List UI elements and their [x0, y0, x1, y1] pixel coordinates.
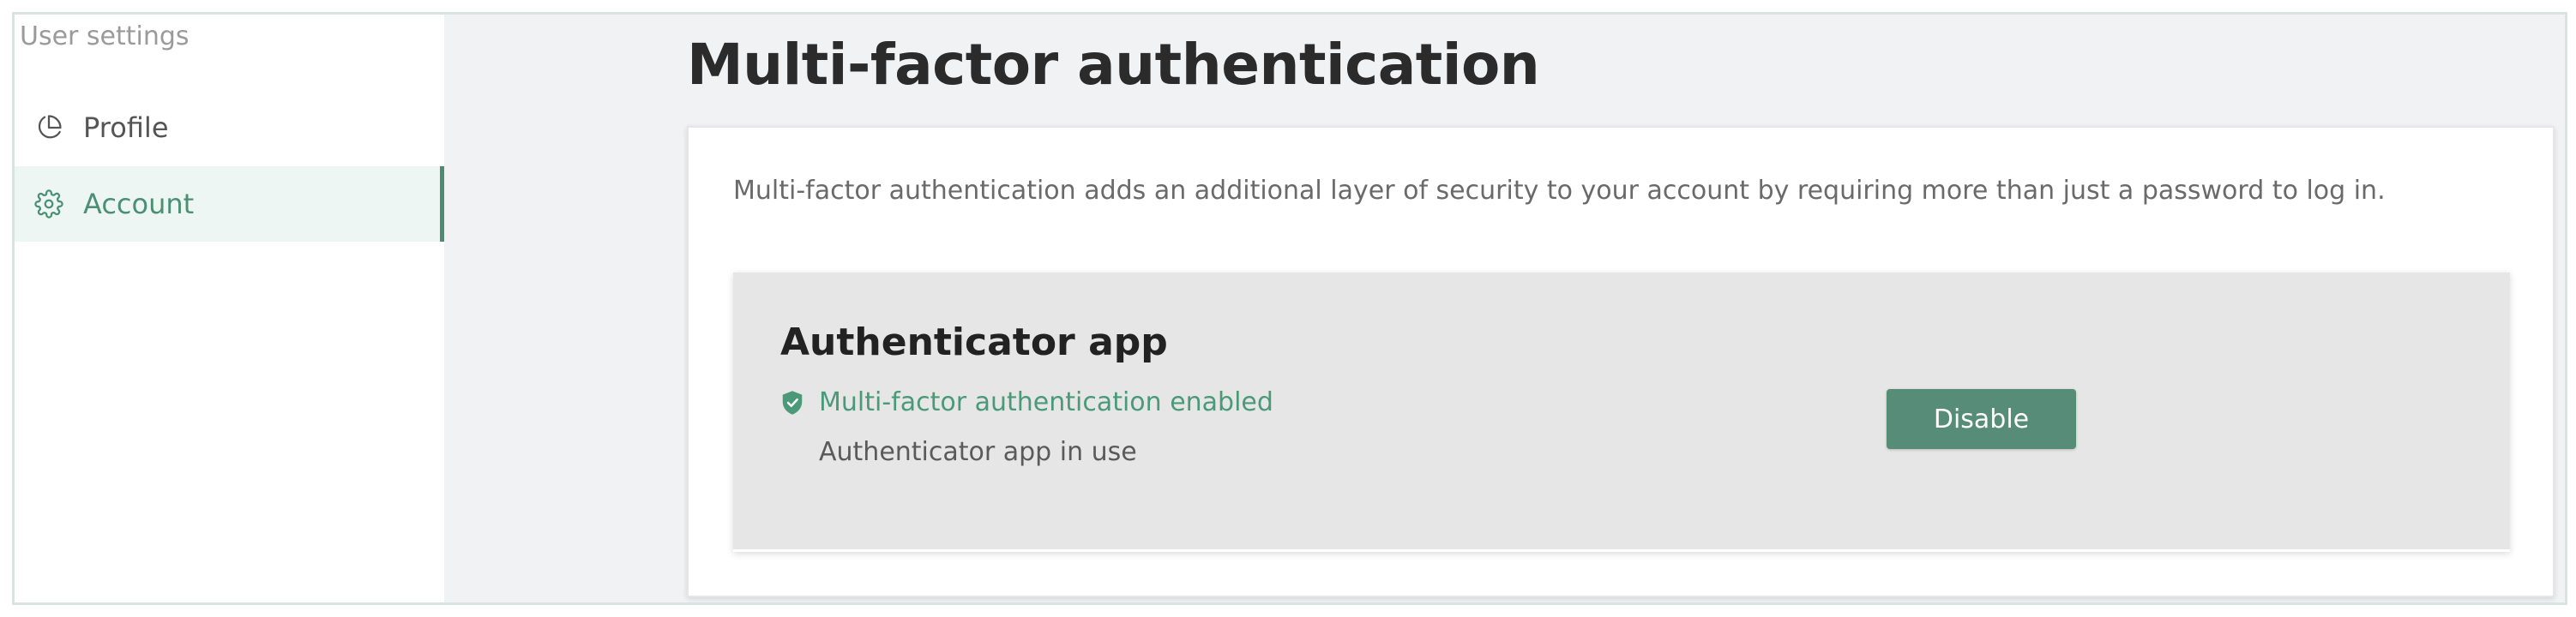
sidebar-item-account[interactable]: Account	[15, 166, 444, 242]
mfa-description: Multi-factor authentication adds an addi…	[733, 176, 2386, 206]
authenticator-app-panel: Authenticator app Multi-factor authentic…	[733, 273, 2510, 552]
page-title: Multi-factor authentication	[687, 32, 1540, 98]
sidebar-item-label: Account	[83, 188, 195, 220]
shield-check-icon	[781, 390, 803, 416]
sidebar-heading: User settings	[20, 21, 190, 51]
disable-button[interactable]: Disable	[1887, 389, 2076, 449]
mfa-card: Multi-factor authentication adds an addi…	[687, 126, 2555, 597]
panel-title: Authenticator app	[780, 320, 1168, 364]
sidebar-item-label: Profile	[83, 111, 169, 144]
sidebar-item-profile[interactable]: Profile	[15, 90, 444, 165]
authenticator-in-use-text: Authenticator app in use	[819, 437, 1137, 467]
sidebar: User settings Profile Account	[15, 15, 444, 602]
mfa-status: Multi-factor authentication enabled	[781, 387, 1273, 417]
settings-window: User settings Profile Account Multi-fact…	[12, 12, 2567, 605]
pie-chart-icon	[33, 112, 64, 143]
gear-icon	[33, 189, 64, 219]
main-content: Multi-factor authentication Multi-factor…	[444, 15, 2565, 602]
mfa-status-text: Multi-factor authentication enabled	[819, 387, 1273, 417]
